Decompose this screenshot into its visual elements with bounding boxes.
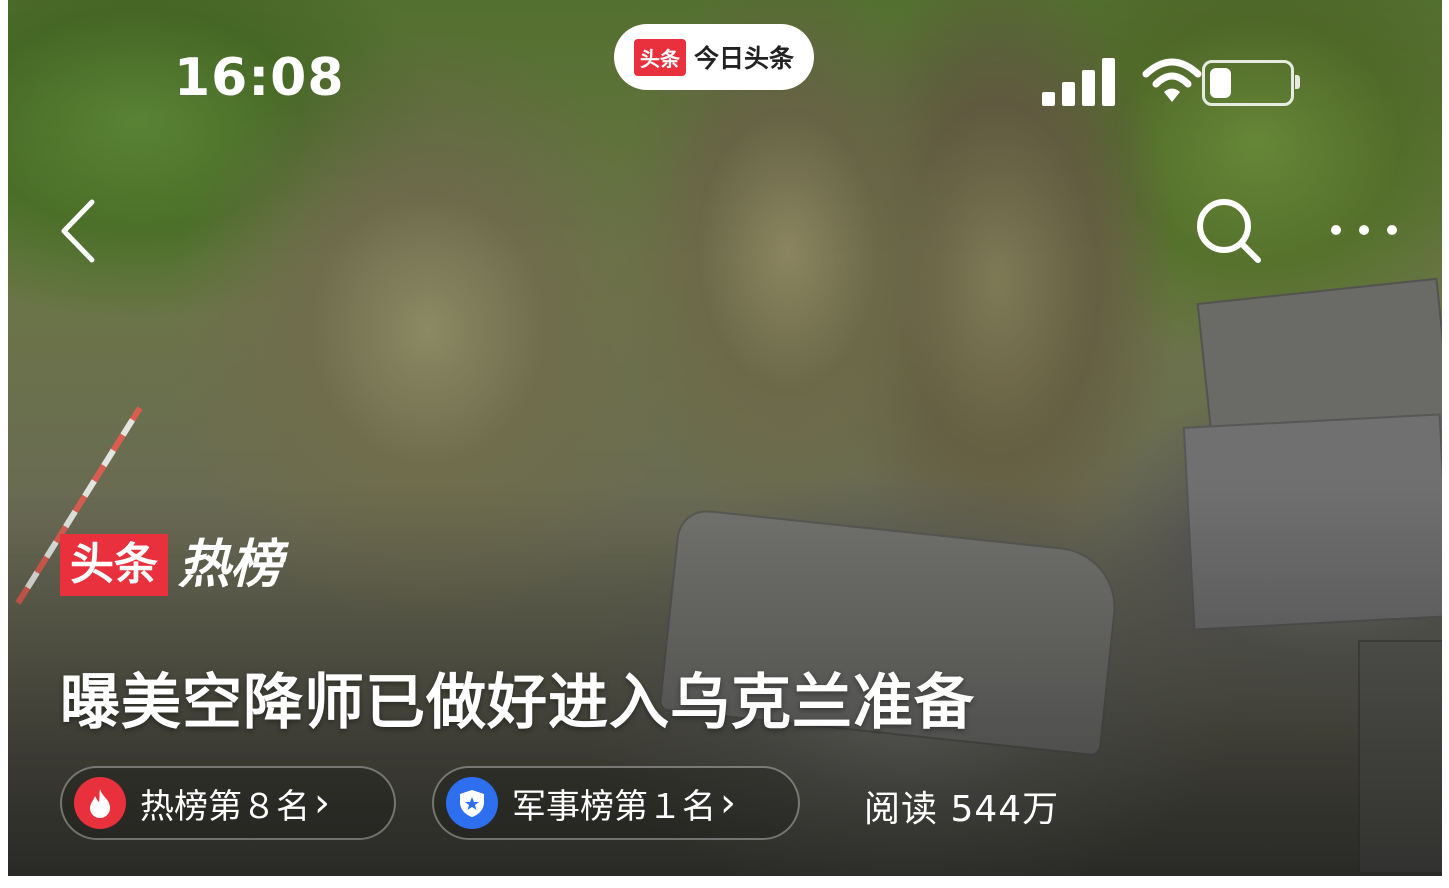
status-time: 16:08: [174, 48, 345, 108]
signal-icon: [1042, 56, 1120, 106]
more-icon[interactable]: [1326, 210, 1402, 250]
app-badge[interactable]: 头条 今日头条: [614, 24, 814, 90]
image-shade: [8, 0, 1442, 876]
shield-icon: [446, 777, 498, 829]
hot-rank-label: 热榜第８名: [140, 786, 310, 827]
app-logo: 头条: [633, 38, 686, 76]
military-rank-label: 军事榜第１名: [512, 786, 716, 827]
hero-image: 16:08 头条 今日头条 头条 热榜 曝美空降师已做好进入乌克兰准备 热榜第８…: [8, 0, 1442, 876]
app-name: 今日头条: [693, 44, 794, 73]
chevron-right-icon: ›: [720, 780, 736, 826]
status-icons: [1042, 56, 1342, 108]
military-rank-chip[interactable]: 军事榜第１名 ›: [432, 766, 800, 840]
hot-rank-chip[interactable]: 热榜第８名 ›: [60, 766, 396, 840]
flame-icon: [74, 777, 126, 829]
chevron-right-icon: ›: [314, 780, 330, 826]
battery-fill: [1210, 68, 1231, 98]
read-count: 阅读 544万: [864, 789, 1060, 830]
search-icon[interactable]: [1194, 196, 1264, 266]
hot-list-label: 热榜: [178, 535, 283, 595]
hot-list-badge: 头条: [60, 534, 168, 596]
hot-list-logo: 头条 热榜: [60, 534, 282, 596]
wifi-icon: [1142, 58, 1202, 102]
battery-icon: [1202, 60, 1300, 106]
chevron-left-icon[interactable]: [54, 196, 104, 266]
headline[interactable]: 曝美空降师已做好进入乌克兰准备: [60, 654, 975, 741]
